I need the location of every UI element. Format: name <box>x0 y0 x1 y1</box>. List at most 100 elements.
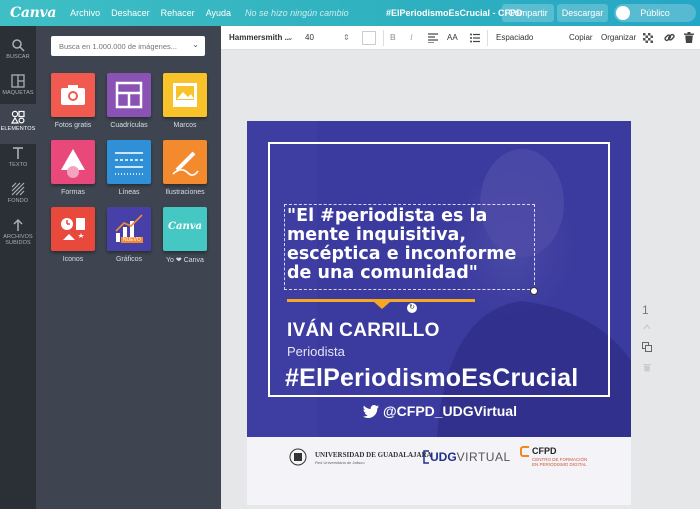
canva-icon: Canva <box>168 221 202 232</box>
rail-label: TEXTO <box>8 162 28 168</box>
tile-label: Ilustraciones <box>165 189 205 196</box>
cfpd-logo: CFPD <box>532 446 557 456</box>
chevron-down-icon[interactable]: ⌄ <box>192 40 199 49</box>
elements-panel: ⌄ Fotos gratis Cuadrículas Marcos Formas… <box>36 26 221 509</box>
tile-graficos[interactable]: NUEVO <box>107 207 151 251</box>
tile-yo-canva[interactable]: Canva <box>163 207 207 251</box>
align-left-icon[interactable] <box>428 33 438 43</box>
background-icon <box>11 182 25 196</box>
frame-icon <box>173 83 197 107</box>
tile-label: Fotos gratis <box>54 122 92 129</box>
italic-button[interactable]: I <box>410 33 413 42</box>
tile-label: Yo ❤ Canva <box>166 257 204 264</box>
udgv-part-a: UDG <box>430 450 457 464</box>
cfpd-mark-icon <box>520 446 529 457</box>
top-bar: Canva Archivo Deshacer Rehacer Ayuda No … <box>0 0 700 26</box>
divider <box>487 30 488 46</box>
resize-handle[interactable] <box>530 287 538 295</box>
quote-text[interactable]: "El #periodista es la mente inquisitiva,… <box>287 207 537 283</box>
text-color-swatch[interactable] <box>362 31 376 45</box>
list-icon[interactable] <box>470 33 480 43</box>
lines-icon <box>115 152 143 175</box>
case-button[interactable]: AA <box>447 33 458 42</box>
rail-label: BUSCAR <box>6 54 30 60</box>
search-icon <box>12 39 25 52</box>
tile-label: Cuadrículas <box>110 122 148 129</box>
bold-button[interactable]: B <box>390 33 396 42</box>
tile-formas[interactable] <box>51 140 95 184</box>
rail-item-archivos-subidos[interactable]: ARCHIVOS SUBIDOS <box>0 212 36 258</box>
text-icon <box>13 147 23 159</box>
udgv-part-b: VIRTUAL <box>456 450 511 464</box>
transparency-icon[interactable] <box>643 33 653 43</box>
share-button[interactable]: Compartir <box>502 4 554 22</box>
accent-pointer <box>374 302 390 309</box>
rail-item-buscar[interactable]: BUSCAR <box>0 32 36 72</box>
rail-label: ARCHIVOS SUBIDOS <box>3 234 33 246</box>
rail-item-fondo[interactable]: FONDO <box>0 176 36 216</box>
visibility-toggle[interactable]: Público <box>614 4 696 22</box>
rail-item-maquetas[interactable]: MAQUETAS <box>0 68 36 108</box>
move-up-icon[interactable] <box>642 322 652 332</box>
tile-marcos[interactable] <box>163 73 207 117</box>
tile-label: Formas <box>61 189 85 196</box>
search-input[interactable] <box>51 36 181 57</box>
speaker-name[interactable]: IVÁN CARRILLO <box>287 320 440 342</box>
udg-subtitle: Red Universitaria de Jalisco <box>315 460 365 465</box>
elements-icon <box>11 110 25 124</box>
shapes-icon <box>61 149 85 178</box>
font-select[interactable]: Hammersmith ... <box>229 33 291 42</box>
download-button[interactable]: Descargar <box>557 4 608 22</box>
rail-item-elementos[interactable]: ELEMENTOS <box>0 104 36 144</box>
menu-ayuda[interactable]: Ayuda <box>206 8 231 18</box>
camera-icon <box>61 85 85 105</box>
divider <box>383 30 384 46</box>
rail-label: MAQUETAS <box>2 90 34 96</box>
hashtag-text[interactable]: #ElPeriodismoEsCrucial <box>285 364 578 393</box>
tile-ilustraciones[interactable] <box>163 140 207 184</box>
tile-iconos[interactable] <box>51 207 95 251</box>
tile-label: Marcos <box>173 122 197 129</box>
delete-page-icon[interactable] <box>642 362 652 372</box>
left-rail: BUSCAR MAQUETAS ELEMENTOS TEXTO FONDO AR… <box>0 26 36 509</box>
speaker-role[interactable]: Periodista <box>287 344 345 359</box>
tile-cuadriculas[interactable] <box>107 73 151 117</box>
pencil-icon <box>172 151 199 176</box>
duplicate-page-icon[interactable] <box>642 342 652 352</box>
menu-rehacer[interactable]: Rehacer <box>161 8 195 18</box>
tile-lineas[interactable] <box>107 140 151 184</box>
cfpd-sub-line-2: EN PERIODISMO DIGITAL <box>532 462 587 467</box>
font-size-select[interactable]: 40 <box>305 33 314 42</box>
spacing-button[interactable]: Espaciado <box>496 33 533 42</box>
font-chevron-icon[interactable]: ⌄ <box>287 33 294 42</box>
size-stepper-icon[interactable]: ⇕ <box>343 33 350 42</box>
twitter-handle[interactable]: @CFPD_UDGVirtual <box>363 403 517 419</box>
copy-button[interactable]: Copiar <box>569 33 593 42</box>
trash-icon[interactable] <box>684 32 694 43</box>
rail-label: ELEMENTOS <box>0 126 36 132</box>
menu-archivo[interactable]: Archivo <box>70 8 100 18</box>
logo-footer[interactable]: UNIVERSIDAD DE GUADALAJARA Red Universit… <box>247 437 631 505</box>
upload-icon <box>13 218 23 231</box>
menu-deshacer[interactable]: Deshacer <box>111 8 150 18</box>
tile-label: Iconos <box>62 256 84 263</box>
rotate-handle-icon[interactable]: ↻ <box>407 303 417 313</box>
udg-virtual-logo: UDGVIRTUAL <box>430 450 511 464</box>
new-badge: NUEVO <box>121 237 143 243</box>
twitter-bird-icon <box>363 405 379 418</box>
tile-label: Gráficos <box>115 256 143 263</box>
twitter-handle-text: @CFPD_UDGVirtual <box>383 403 517 419</box>
page-number: 1 <box>642 303 649 317</box>
layouts-icon <box>11 74 25 88</box>
rail-label: FONDO <box>7 198 29 204</box>
image-search[interactable]: ⌄ <box>51 36 205 57</box>
tile-fotos-gratis[interactable] <box>51 73 95 117</box>
link-icon[interactable] <box>664 32 675 43</box>
udg-name: UNIVERSIDAD DE GUADALAJARA <box>315 451 432 459</box>
grid-icon <box>115 81 143 109</box>
chart-icon <box>115 214 143 242</box>
rail-item-texto[interactable]: TEXTO <box>0 140 36 180</box>
arrange-button[interactable]: Organizar <box>601 33 636 42</box>
canva-logo[interactable]: Canva <box>10 5 56 21</box>
design-canvas[interactable]: "El #periodista es la mente inquisitiva,… <box>247 121 631 505</box>
